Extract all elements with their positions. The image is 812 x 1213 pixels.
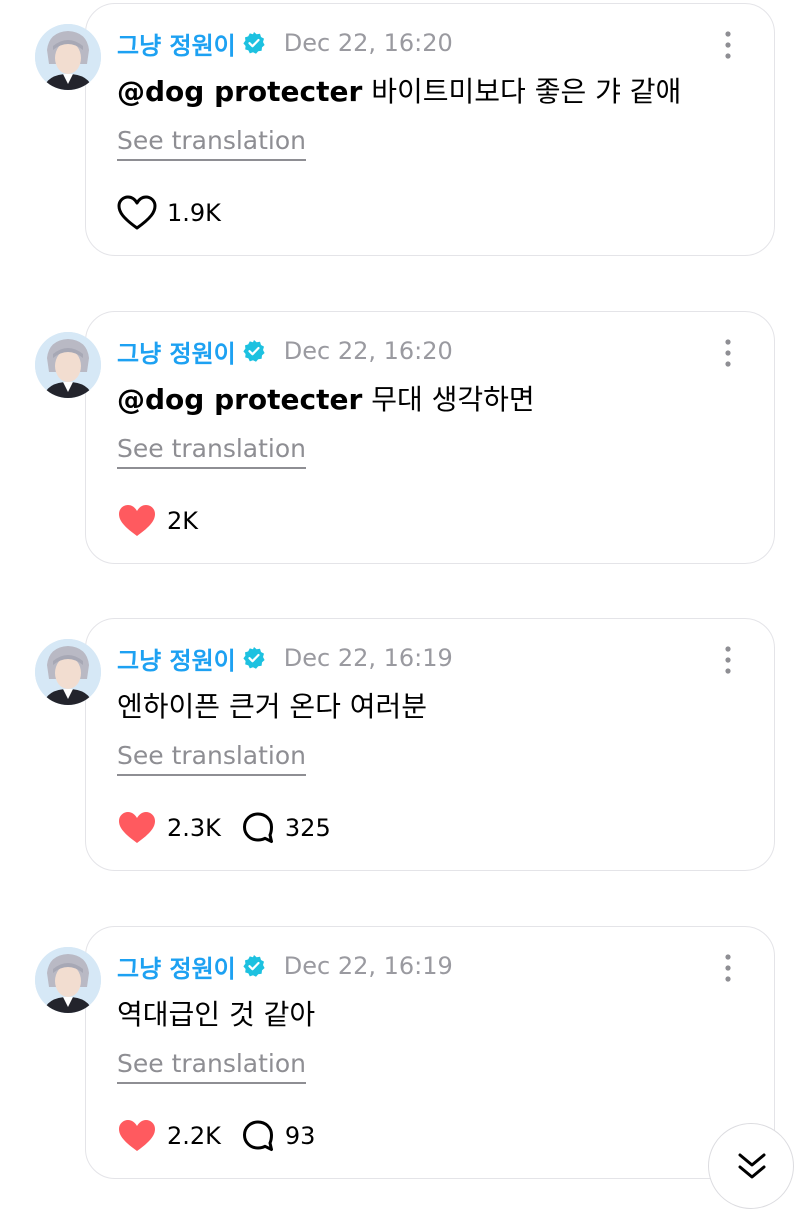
verified-badge-icon: [243, 32, 265, 54]
author-name[interactable]: 그냥 정원이: [117, 641, 236, 676]
more-vertical-icon[interactable]: [718, 337, 738, 369]
author-name[interactable]: 그냥 정원이: [117, 26, 236, 61]
heart-icon[interactable]: [117, 503, 157, 539]
author-name[interactable]: 그냥 정원이: [117, 949, 236, 984]
mention-link[interactable]: @dog protecter: [117, 75, 362, 108]
post-header: 그냥 정원이 Dec 22, 16:20: [117, 334, 453, 368]
avatar[interactable]: [35, 24, 101, 90]
post-text: 역대급인 것 같아: [117, 995, 315, 1035]
post-text: 엔하이픈 큰거 온다 여러분: [117, 687, 427, 727]
comment-count: 93: [284, 1122, 316, 1150]
post-header: 그냥 정원이 Dec 22, 16:19: [117, 641, 453, 675]
post-body: 무대 생각하면: [362, 383, 535, 416]
post-actions: 1.9K: [117, 193, 221, 233]
post-body: 역대급인 것 같아: [117, 998, 316, 1031]
like-count: 2K: [167, 507, 199, 535]
verified-badge-icon: [243, 647, 265, 669]
post-actions: 2.3K 325: [117, 808, 331, 848]
comment-bubble-icon[interactable]: [241, 1119, 275, 1153]
scroll-to-bottom-button[interactable]: [708, 1123, 794, 1209]
comment-count: 325: [284, 814, 331, 842]
author-name[interactable]: 그냥 정원이: [117, 334, 236, 369]
avatar[interactable]: [35, 639, 101, 705]
like-count: 2.2K: [167, 1122, 221, 1150]
post-text: @dog protecter 무대 생각하면: [117, 380, 535, 420]
post-body: 바이트미보다 좋은 갸 같애: [362, 75, 682, 108]
more-vertical-icon[interactable]: [718, 644, 738, 676]
post-text: @dog protecter 바이트미보다 좋은 갸 같애: [117, 72, 681, 112]
like-count: 1.9K: [167, 199, 221, 227]
post-timestamp: Dec 22, 16:20: [283, 337, 453, 365]
heart-icon[interactable]: [117, 1118, 157, 1154]
post-header: 그냥 정원이 Dec 22, 16:20: [117, 26, 453, 60]
post-timestamp: Dec 22, 16:20: [283, 29, 453, 57]
post-2: 그냥 정원이 Dec 22, 16:20 @dog protecter 무대 생…: [0, 308, 812, 598]
see-translation-link[interactable]: See translation: [117, 1048, 307, 1084]
avatar[interactable]: [35, 947, 101, 1013]
post-timestamp: Dec 22, 16:19: [283, 952, 453, 980]
double-chevron-down-icon: [738, 1153, 766, 1179]
more-vertical-icon[interactable]: [718, 952, 738, 984]
more-vertical-icon[interactable]: [718, 29, 738, 61]
post-timestamp: Dec 22, 16:19: [283, 644, 453, 672]
avatar[interactable]: [35, 332, 101, 398]
verified-badge-icon: [243, 340, 265, 362]
post-body: 엔하이픈 큰거 온다 여러분: [117, 690, 428, 723]
like-count: 2.3K: [167, 814, 221, 842]
post-3: 그냥 정원이 Dec 22, 16:19 엔하이픈 큰거 온다 여러분 See …: [0, 615, 812, 905]
post-actions: 2.2K 93: [117, 1116, 315, 1156]
see-translation-link[interactable]: See translation: [117, 125, 307, 161]
comment-bubble-icon[interactable]: [241, 811, 275, 845]
see-translation-link[interactable]: See translation: [117, 433, 307, 469]
mention-link[interactable]: @dog protecter: [117, 383, 362, 416]
post-1: 그냥 정원이 Dec 22, 16:20 @dog protecter 바이트미…: [0, 0, 812, 290]
post-header: 그냥 정원이 Dec 22, 16:19: [117, 949, 453, 983]
heart-icon[interactable]: [117, 195, 157, 231]
post-4: 그냥 정원이 Dec 22, 16:19 역대급인 것 같아 See trans…: [0, 923, 812, 1213]
post-actions: 2K: [117, 501, 198, 541]
see-translation-link[interactable]: See translation: [117, 740, 307, 776]
verified-badge-icon: [243, 955, 265, 977]
heart-icon[interactable]: [117, 810, 157, 846]
